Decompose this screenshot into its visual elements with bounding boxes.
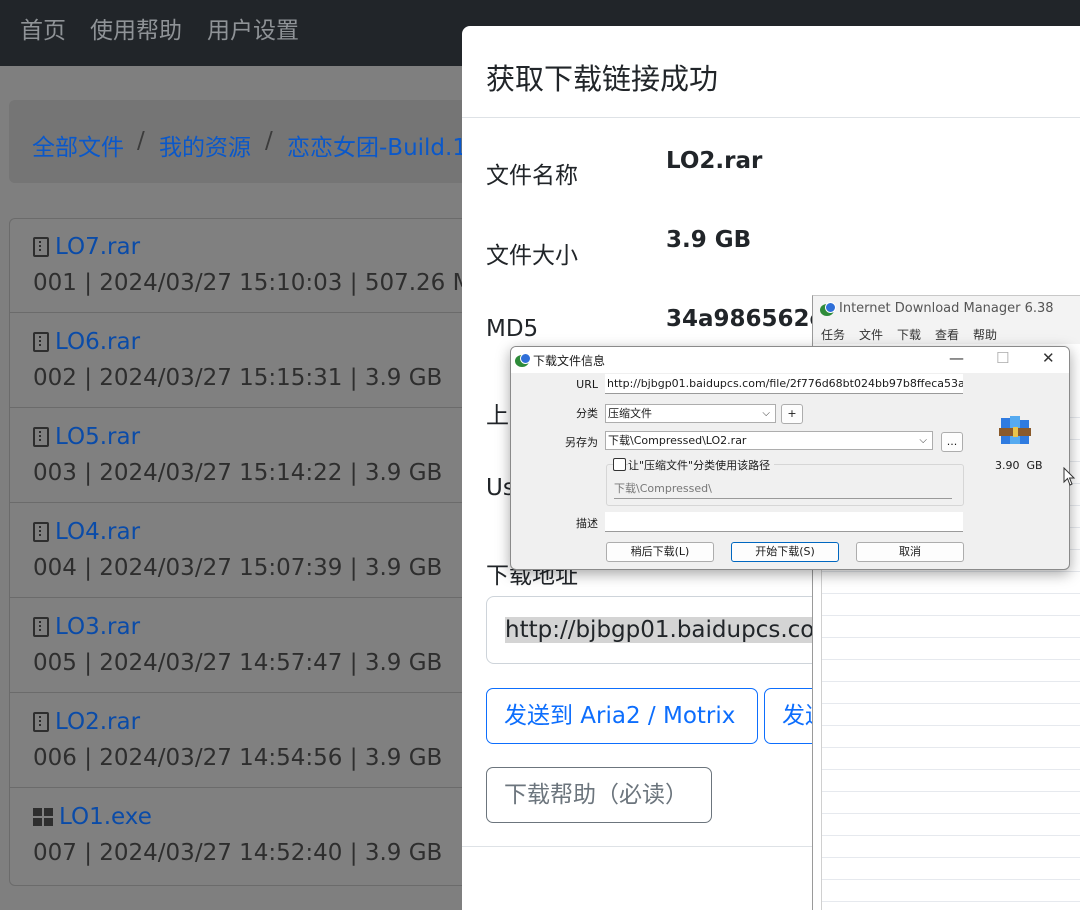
modal-title: 获取下载链接成功	[486, 62, 719, 96]
file-name-value: LO2.rar	[666, 148, 763, 174]
file-row: LO4.rar 004 | 2024/03/27 15:07:39 | 3.9 …	[9, 503, 529, 598]
file-meta: 004 | 2024/03/27 15:07:39 | 3.9 GB	[33, 555, 443, 581]
download-url-text[interactable]: http://bjbgp01.baidupcs.com	[505, 617, 837, 643]
dialog-titlebar: 下载文件信息 — ☐ ✕	[511, 347, 1069, 373]
idm-menu-help[interactable]: 帮助	[973, 326, 997, 343]
nav-user-settings[interactable]: 用户设置	[207, 11, 299, 45]
idm-menubar: 任务 文件 下载 查看 帮助	[813, 322, 1080, 344]
file-row: LO6.rar 002 | 2024/03/27 15:15:31 | 3.9 …	[9, 313, 529, 408]
category-path-field: 下载\Compressed\	[614, 480, 952, 499]
zip-file-icon	[33, 427, 49, 447]
chevron-down-icon: ⌵	[919, 435, 927, 446]
zip-file-icon	[33, 522, 49, 542]
file-link[interactable]: LO1.exe	[33, 804, 152, 830]
file-meta: 002 | 2024/03/27 15:15:31 | 3.9 GB	[33, 365, 443, 391]
start-download-button[interactable]: 开始下载(S)	[731, 542, 839, 562]
url-label: URL	[576, 378, 598, 391]
md5-value: 34a986562e	[666, 306, 826, 332]
nav-help[interactable]: 使用帮助	[90, 11, 182, 45]
close-icon[interactable]: ✕	[1042, 349, 1055, 367]
file-meta: 001 | 2024/03/27 15:10:03 | 507.26 MB	[33, 270, 489, 296]
idm-logo-icon	[820, 302, 836, 316]
file-meta: 007 | 2024/03/27 14:52:40 | 3.9 GB	[33, 840, 443, 866]
file-row: LO7.rar 001 | 2024/03/27 15:10:03 | 507.…	[9, 218, 529, 313]
idm-titlebar: Internet Download Manager 6.38	[813, 296, 1080, 322]
use-path-checkbox[interactable]	[613, 458, 626, 471]
category-label: 分类	[576, 407, 598, 420]
file-row: LO2.rar 006 | 2024/03/27 14:54:56 | 3.9 …	[9, 693, 529, 788]
maximize-icon: ☐	[996, 349, 1010, 367]
file-link[interactable]: LO4.rar	[33, 519, 140, 545]
download-later-button[interactable]: 稍后下载(L)	[606, 542, 714, 562]
download-url-field[interactable]: http://bjbgp01.baidupcs.com	[486, 596, 866, 664]
file-size-label: 文件大小	[486, 243, 578, 269]
minimize-icon[interactable]: —	[949, 349, 964, 367]
breadcrumb-separator: /	[265, 128, 273, 154]
file-row: LO3.rar 005 | 2024/03/27 14:57:47 | 3.9 …	[9, 598, 529, 693]
url-field[interactable]: http://bjbgp01.baidupcs.com/file/2f776d6…	[605, 374, 963, 394]
idm-menu-file[interactable]: 文件	[859, 326, 883, 343]
save-as-label: 另存为	[565, 436, 598, 449]
file-meta: 005 | 2024/03/27 14:57:47 | 3.9 GB	[33, 650, 443, 676]
file-link[interactable]: LO6.rar	[33, 329, 140, 355]
file-link[interactable]: LO7.rar	[33, 234, 140, 260]
file-size-display: 3.90 GB	[995, 459, 1043, 472]
file-size-value: 3.9 GB	[666, 227, 752, 253]
file-name-label: 文件名称	[486, 163, 578, 189]
category-select[interactable]: 压缩文件 ⌵	[605, 404, 776, 423]
breadcrumb-all-files[interactable]: 全部文件	[32, 128, 124, 162]
file-meta: 006 | 2024/03/27 14:54:56 | 3.9 GB	[33, 745, 443, 771]
idm-window-title: Internet Download Manager 6.38	[839, 301, 1054, 316]
file-link[interactable]: LO5.rar	[33, 424, 140, 450]
upload-label: 上	[486, 403, 509, 429]
idm-logo-icon	[515, 353, 531, 367]
cancel-button[interactable]: 取消	[856, 542, 964, 562]
zip-file-icon	[33, 617, 49, 637]
md5-label: MD5	[486, 316, 539, 342]
send-to-aria2-button[interactable]: 发送到 Aria2 / Motrix	[486, 688, 758, 744]
breadcrumb-my-resources[interactable]: 我的资源	[159, 128, 251, 162]
windows-icon	[33, 808, 53, 826]
add-category-button[interactable]: +	[781, 404, 803, 424]
file-row: LO1.exe 007 | 2024/03/27 14:52:40 | 3.9 …	[9, 788, 529, 883]
archive-file-icon	[999, 416, 1031, 444]
breadcrumb-current-folder[interactable]: 恋恋女团-Build.1	[287, 128, 467, 162]
browse-button[interactable]: ...	[941, 432, 963, 452]
download-help-button[interactable]: 下载帮助（必读）	[486, 767, 712, 823]
dialog-title: 下载文件信息	[533, 354, 606, 368]
zip-file-icon	[33, 712, 49, 732]
breadcrumb-separator: /	[137, 128, 145, 154]
idm-menu-view[interactable]: 查看	[935, 326, 959, 343]
save-as-select[interactable]: 下载\Compressed\LO2.rar ⌵	[605, 431, 933, 450]
description-label: 描述	[576, 517, 598, 530]
file-row: LO5.rar 003 | 2024/03/27 15:14:22 | 3.9 …	[9, 408, 529, 503]
file-link[interactable]: LO3.rar	[33, 614, 140, 640]
idm-menu-tasks[interactable]: 任务	[821, 326, 845, 343]
chevron-down-icon: ⌵	[762, 408, 770, 419]
zip-file-icon	[33, 332, 49, 352]
use-path-checkbox-label[interactable]: 让"压缩文件"分类使用该路径	[628, 457, 775, 473]
modal-header-divider	[462, 117, 1080, 118]
file-meta: 003 | 2024/03/27 15:14:22 | 3.9 GB	[33, 460, 443, 486]
zip-file-icon	[33, 237, 49, 257]
idm-menu-download[interactable]: 下载	[897, 326, 921, 343]
file-link[interactable]: LO2.rar	[33, 709, 140, 735]
description-field[interactable]	[605, 512, 963, 532]
mouse-cursor-icon	[1063, 467, 1076, 486]
nav-home[interactable]: 首页	[20, 11, 66, 45]
